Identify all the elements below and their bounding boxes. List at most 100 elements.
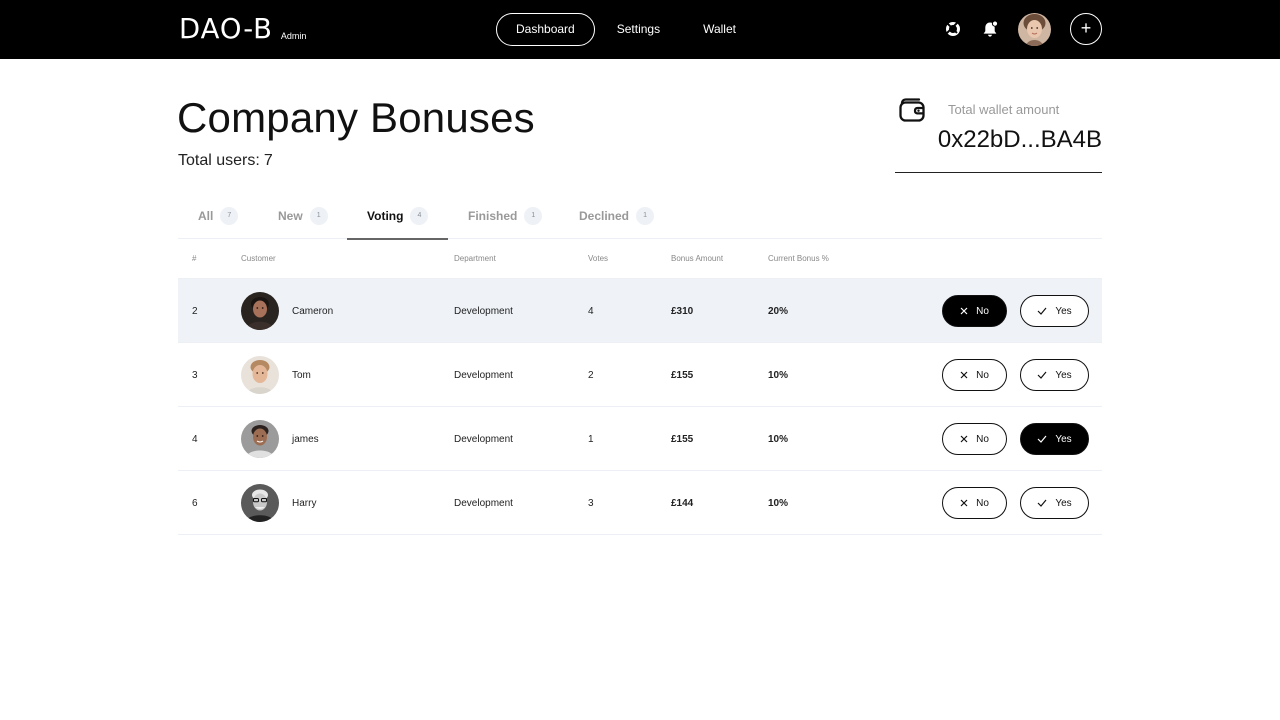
vote-no-button[interactable]: No <box>942 359 1007 391</box>
button-label: Yes <box>1055 433 1072 445</box>
column-header-current-bonus: Current Bonus % <box>768 254 829 263</box>
table-row[interactable]: 3 Tom Development 2 £155 10% No Yes <box>178 343 1102 407</box>
button-label: No <box>976 497 989 509</box>
close-icon <box>960 499 968 507</box>
user-avatar[interactable] <box>1018 13 1051 46</box>
customer-cell: Tom <box>241 343 311 407</box>
main-nav: Dashboard Settings Wallet <box>496 13 758 46</box>
tab-new[interactable]: New 1 <box>278 193 328 239</box>
nav-wallet[interactable]: Wallet <box>682 13 757 46</box>
vote-yes-button[interactable]: Yes <box>1020 295 1089 327</box>
check-icon <box>1037 499 1047 507</box>
wallet-label: Total wallet amount <box>948 102 1060 117</box>
tab-label: All <box>198 209 214 223</box>
vote-no-button[interactable]: No <box>942 295 1007 327</box>
tab-label: Finished <box>468 209 518 223</box>
button-label: Yes <box>1055 369 1072 381</box>
vote-no-button[interactable]: No <box>942 423 1007 455</box>
votes-cell: 2 <box>588 369 594 381</box>
column-header-customer: Customer <box>241 254 276 263</box>
check-icon <box>1037 307 1047 315</box>
tab-voting[interactable]: Voting 4 <box>347 193 448 240</box>
avatar <box>241 484 279 522</box>
column-header-id: # <box>192 254 197 263</box>
table-row[interactable]: 6 Harry Development 3 £144 10% No Yes <box>178 471 1102 535</box>
column-header-votes: Votes <box>588 254 609 263</box>
customer-name: james <box>292 433 319 445</box>
bonuses-table: # Customer Department Votes Bonus Amount… <box>178 239 1102 535</box>
lifebuoy-icon[interactable] <box>946 22 960 36</box>
tab-label: Declined <box>579 209 630 223</box>
bonus-percent-cell: 20% <box>768 305 789 317</box>
status-tabs: All 7 New 1 Voting 4 Finished 1 Declined… <box>178 193 1102 240</box>
avatar <box>241 292 279 330</box>
wallet-icon <box>899 98 925 122</box>
row-id: 3 <box>192 369 198 381</box>
close-icon <box>960 371 968 379</box>
page-title: Company Bonuses <box>177 94 535 141</box>
button-label: No <box>976 433 989 445</box>
total-users: Total users: 7 <box>178 152 273 170</box>
wallet-summary: Total wallet amount 0x22bD...BA4B <box>895 95 1102 173</box>
tab-count-badge: 1 <box>524 207 543 225</box>
department-cell: Development <box>454 433 513 445</box>
tab-declined[interactable]: Declined 1 <box>579 193 655 239</box>
customer-cell: james <box>241 407 319 471</box>
close-icon <box>960 307 968 315</box>
bonus-percent-cell: 10% <box>768 497 789 509</box>
bonus-amount-cell: £155 <box>671 369 694 381</box>
tab-count-badge: 1 <box>309 207 328 225</box>
nav-dashboard[interactable]: Dashboard <box>496 13 595 46</box>
tab-finished[interactable]: Finished 1 <box>468 193 543 239</box>
tab-count-badge: 7 <box>220 207 239 225</box>
department-cell: Development <box>454 369 513 381</box>
vote-yes-button[interactable]: Yes <box>1020 487 1089 519</box>
bonus-amount-cell: £155 <box>671 433 694 445</box>
wallet-address[interactable]: 0x22bD...BA4B <box>938 126 1102 154</box>
logo-subtitle: Admin <box>280 31 307 41</box>
button-label: Yes <box>1055 497 1072 509</box>
logo-text: DAO-B <box>178 12 273 45</box>
bonus-percent-cell: 10% <box>768 433 789 445</box>
close-icon <box>960 435 968 443</box>
check-icon <box>1037 371 1047 379</box>
column-header-bonus-amount: Bonus Amount <box>671 254 724 263</box>
customer-name: Cameron <box>292 305 334 317</box>
nav-settings[interactable]: Settings <box>596 13 681 46</box>
app-logo[interactable]: DAO-B Admin <box>178 15 306 43</box>
customer-cell: Cameron <box>241 279 333 343</box>
votes-cell: 4 <box>588 305 594 317</box>
add-button[interactable]: + <box>1070 13 1102 45</box>
votes-cell: 3 <box>588 497 594 509</box>
vote-no-button[interactable]: No <box>942 487 1007 519</box>
tab-label: New <box>278 209 303 223</box>
customer-name: Harry <box>292 497 317 509</box>
table-header: # Customer Department Votes Bonus Amount… <box>178 239 1102 279</box>
button-label: No <box>976 305 989 317</box>
bonus-amount-cell: £144 <box>671 497 694 509</box>
total-users-label: Total users: <box>178 152 260 169</box>
vote-yes-button[interactable]: Yes <box>1020 359 1089 391</box>
top-navigation-bar: DAO-B Admin Dashboard Settings Wallet + <box>0 0 1280 59</box>
avatar <box>241 420 279 458</box>
department-cell: Development <box>454 497 513 509</box>
row-id: 2 <box>192 305 198 317</box>
button-label: Yes <box>1055 305 1072 317</box>
row-id: 4 <box>192 433 198 445</box>
tab-all[interactable]: All 7 <box>198 193 239 239</box>
customer-cell: Harry <box>241 471 316 535</box>
tab-count-badge: 4 <box>410 207 429 225</box>
table-row[interactable]: 4 james Development 1 £155 10% No Yes <box>178 407 1102 471</box>
customer-name: Tom <box>292 369 311 381</box>
bonus-amount-cell: £310 <box>671 305 694 317</box>
vote-yes-button[interactable]: Yes <box>1020 423 1089 455</box>
plus-icon: + <box>1080 18 1092 38</box>
tab-count-badge: 1 <box>636 207 655 225</box>
notification-bell-icon[interactable] <box>982 21 998 38</box>
bonus-percent-cell: 10% <box>768 369 789 381</box>
department-cell: Development <box>454 305 513 317</box>
row-id: 6 <box>192 497 198 509</box>
votes-cell: 1 <box>588 433 594 445</box>
tab-label: Voting <box>367 209 404 223</box>
table-row[interactable]: 2 Cameron Development 4 £310 20% No Yes <box>178 279 1102 343</box>
